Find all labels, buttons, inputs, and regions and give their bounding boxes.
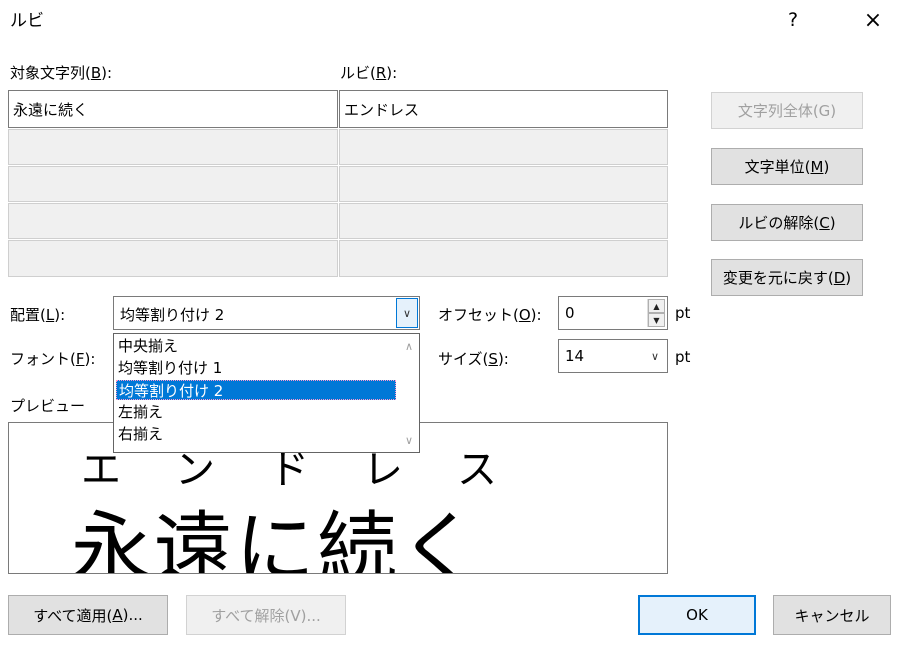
ruby-cell-2[interactable] [339, 129, 668, 165]
size-unit: pt [675, 348, 691, 366]
help-button[interactable]: ? [777, 4, 809, 36]
dropdown-option[interactable]: 均等割り付け 1 [116, 358, 396, 378]
target-cell-1[interactable]: 永遠に続く [8, 90, 338, 128]
remove-ruby-button[interactable]: ルビの解除(C) [711, 204, 863, 241]
dropdown-option[interactable]: 左揃え [116, 402, 396, 422]
ruby-cell-1[interactable]: エンドレス [339, 90, 668, 128]
revert-changes-button[interactable]: 変更を元に戻す(D) [711, 259, 863, 296]
ok-button[interactable]: OK [638, 595, 756, 635]
scroll-up-icon[interactable]: ∧ [399, 336, 419, 356]
target-cell-3[interactable] [8, 166, 338, 202]
ruby-label: ルビ(R): [340, 64, 398, 82]
alignment-dropdown-list[interactable]: 中央揃え 均等割り付け 1 均等割り付け 2 左揃え 右揃え ∧ ∨ [113, 333, 420, 453]
cancel-button[interactable]: キャンセル [773, 595, 891, 635]
per-character-button[interactable]: 文字単位(M) [711, 148, 863, 185]
close-icon: × [863, 7, 883, 33]
preview-label: プレビュー [10, 397, 86, 415]
close-button[interactable]: × [857, 4, 889, 36]
spin-up-icon[interactable]: ▲ [648, 299, 665, 313]
offset-unit: pt [675, 304, 691, 322]
whole-string-button[interactable]: 文字列全体(G) [711, 92, 863, 129]
alignment-label: 配置(L): [10, 306, 66, 324]
dialog-title: ルビ [10, 11, 44, 31]
target-string-label: 対象文字列(B): [10, 64, 113, 82]
ruby-cell-4[interactable] [339, 203, 668, 239]
scroll-down-icon[interactable]: ∨ [399, 430, 419, 450]
alignment-value: 均等割り付け 2 [120, 306, 225, 324]
target-cell-2[interactable] [8, 129, 338, 165]
alignment-select[interactable]: 均等割り付け 2 ∨ [113, 296, 420, 330]
remove-all-button[interactable]: すべて解除(V)... [186, 595, 346, 635]
offset-spinner[interactable]: 0 ▲ ▼ [558, 296, 668, 330]
size-value: 14 [565, 347, 585, 365]
dropdown-scrollbar[interactable]: ∧ ∨ [399, 334, 419, 452]
dropdown-option[interactable]: 右揃え [116, 424, 396, 444]
size-select[interactable]: 14 ∨ [558, 339, 668, 373]
ruby-cell-3[interactable] [339, 166, 668, 202]
preview-base-text: 永遠に続く [71, 503, 481, 574]
dropdown-option-selected[interactable]: 均等割り付け 2 [116, 380, 396, 400]
apply-all-button[interactable]: すべて適用(A)... [8, 595, 168, 635]
spin-down-icon[interactable]: ▼ [648, 313, 665, 327]
help-icon: ? [787, 9, 799, 31]
offset-value: 0 [565, 304, 575, 322]
font-label: フォント(F): [10, 350, 96, 368]
size-label: サイズ(S): [438, 350, 509, 368]
ruby-grid: 永遠に続く エンドレス [8, 90, 668, 277]
ruby-cell-5[interactable] [339, 240, 668, 277]
target-cell-4[interactable] [8, 203, 338, 239]
dropdown-option[interactable]: 中央揃え [116, 336, 396, 356]
offset-label: オフセット(O): [438, 306, 542, 324]
chevron-down-icon[interactable]: ∨ [644, 341, 666, 371]
target-cell-5[interactable] [8, 240, 338, 277]
spinner-buttons: ▲ ▼ [647, 299, 665, 327]
chevron-down-icon[interactable]: ∨ [396, 298, 418, 328]
